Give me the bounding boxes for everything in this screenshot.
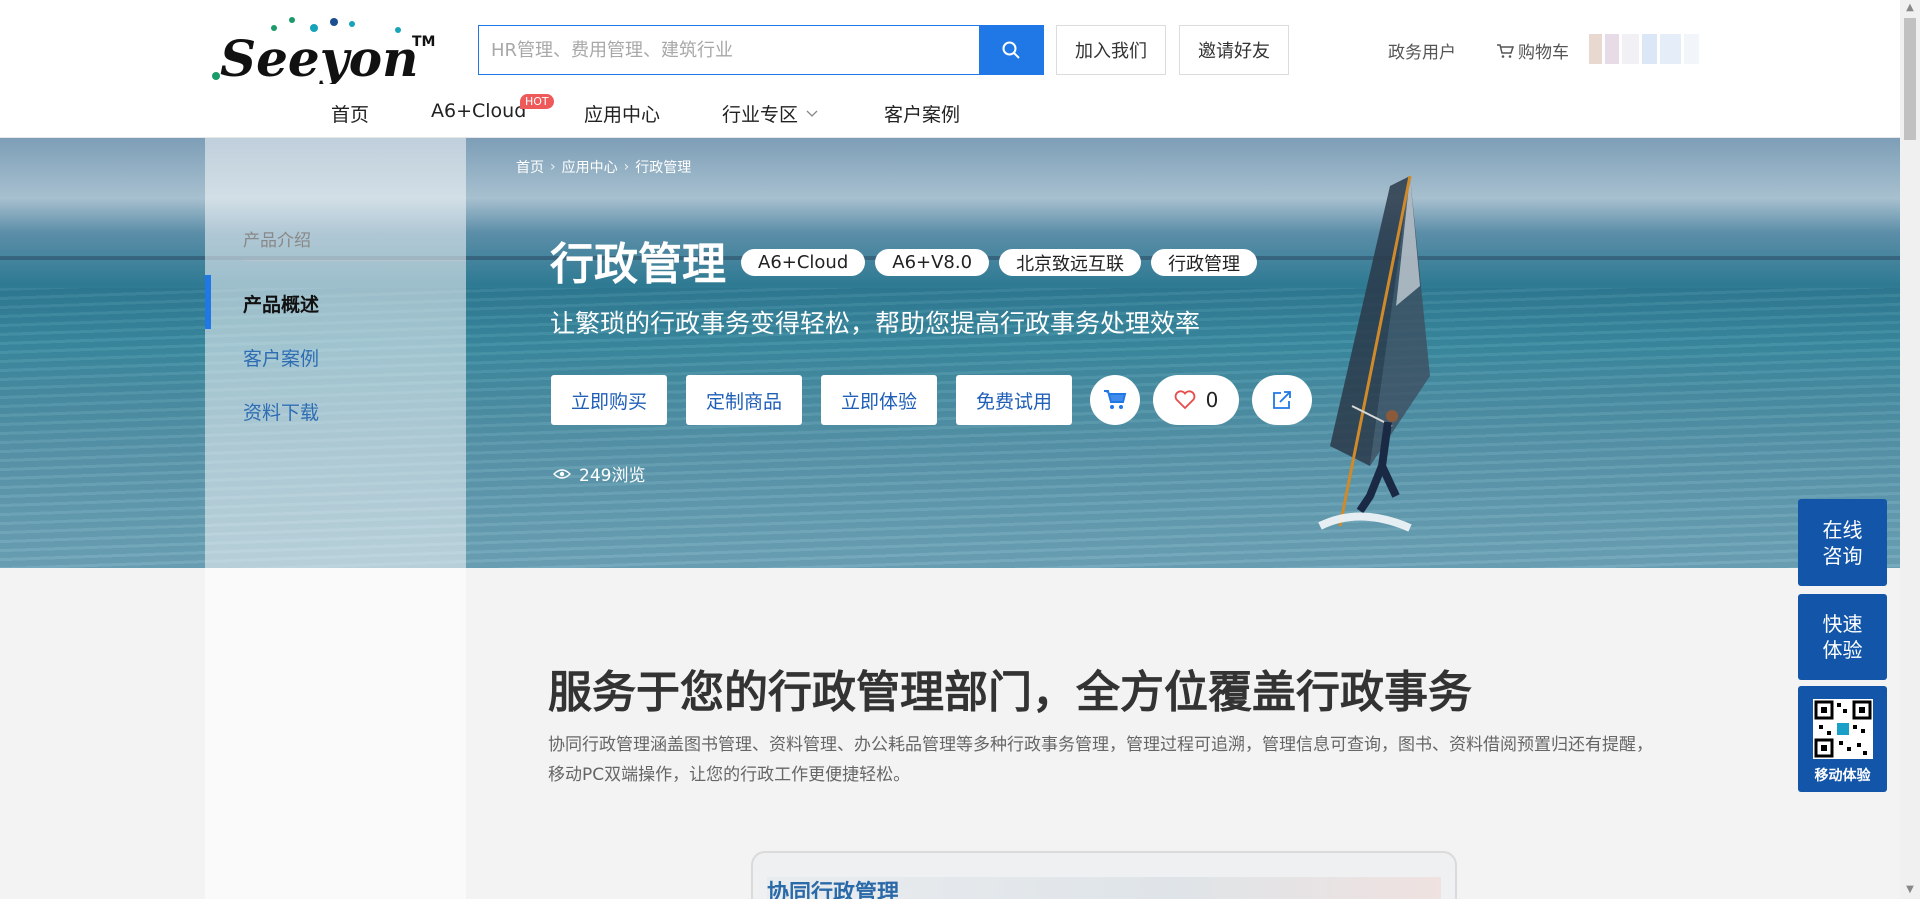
hot-badge: HOT [520, 94, 554, 109]
search-icon [1002, 41, 1020, 59]
nav-home[interactable]: 首页 [331, 100, 369, 127]
nav-customer-cases-label: 客户案例 [884, 104, 961, 126]
preview-label: 协同行政管理 [767, 881, 900, 899]
logo-graphic: Seeyon TM [212, 17, 435, 88]
scroll-down-icon[interactable]: ▼ [1904, 884, 1916, 896]
search-input[interactable] [479, 26, 979, 74]
page-scrollbar[interactable]: ▲ ▼ [1900, 0, 1920, 899]
search-box [478, 25, 1044, 75]
scroll-up-icon[interactable]: ▲ [1904, 2, 1916, 14]
nav-app-center-label: 应用中心 [584, 104, 661, 126]
sidebar-active-indicator [205, 275, 211, 329]
product-tags: A6+Cloud A6+V8.0 北京致远互联 行政管理 [741, 249, 1258, 276]
mobile-trial-label: 移动体验 [1814, 768, 1871, 784]
breadcrumb-current: 行政管理 [635, 160, 692, 176]
product-preview-image: 协同行政管理 [751, 851, 1457, 899]
join-us-button[interactable]: 加入我们 [1056, 25, 1166, 75]
gov-user-label: 政务用户 [1388, 43, 1456, 63]
cart-icon [1497, 43, 1514, 58]
share-button[interactable] [1252, 375, 1312, 425]
breadcrumb-home[interactable]: 首页 [516, 157, 544, 177]
sidebar-item-downloads[interactable]: 资料下载 [243, 398, 319, 425]
customize-button[interactable]: 定制商品 [686, 375, 802, 425]
like-button[interactable]: 0 [1153, 375, 1239, 425]
tag-vendor: 北京致远互联 [999, 249, 1142, 276]
windsurfer-image [1318, 175, 1430, 532]
chevron-down-icon [806, 110, 818, 117]
view-count: 249浏览 [553, 461, 645, 486]
scrollbar-thumb[interactable] [1904, 18, 1916, 140]
quick-trial-button[interactable]: 快速体验 [1798, 594, 1887, 680]
search-button[interactable] [979, 26, 1043, 74]
sidebar-divider [243, 260, 466, 261]
site-header: Seeyon TM 加入我们 邀请好友 政务用户 购物车 首页 A6+Cloud [0, 0, 1900, 138]
tag-a6-v8: A6+V8.0 [875, 249, 990, 276]
view-count-label: 249浏览 [579, 466, 646, 486]
qr-code-icon [1812, 699, 1873, 759]
tag-a6-cloud: A6+Cloud [741, 249, 866, 276]
section-description: 协同行政管理涵盖图书管理、资料管理、办公耗品管理等多种行政事务管理，管理过程可追… [548, 735, 1653, 785]
online-consult-button[interactable]: 在线咨询 [1798, 499, 1887, 586]
sidebar-item-overview[interactable]: 产品概述 [243, 290, 319, 317]
product-title: 行政管理 [550, 239, 726, 290]
sidebar-item-cases[interactable]: 客户案例 [243, 344, 319, 371]
nav-customer-cases[interactable]: 客户案例 [884, 100, 960, 127]
section-title: 服务于您的行政管理部门，全方位覆盖行政事务 [548, 667, 1472, 718]
sidebar-title: 产品介绍 [243, 231, 311, 251]
breadcrumb-separator-icon: › [623, 159, 630, 175]
eye-icon [553, 468, 571, 479]
nav-a6-cloud[interactable]: A6+Cloud [431, 100, 526, 122]
nav-app-center[interactable]: 应用中心 [584, 100, 660, 127]
add-to-cart-button[interactable] [1090, 375, 1140, 425]
nav-industry-label: 行业专区 [722, 104, 799, 126]
sidebar-panel-lower [205, 568, 466, 899]
tag-category: 行政管理 [1151, 249, 1258, 276]
free-trial-button[interactable]: 免费试用 [956, 375, 1072, 425]
svg-text:TM: TM [412, 34, 435, 50]
quick-trial-label: 快速体验 [1822, 612, 1863, 662]
gov-user-link[interactable]: 政务用户 [1388, 38, 1456, 63]
share-icon [1273, 391, 1291, 409]
main-nav: 首页 A6+Cloud HOT 应用中心 行业专区 客户案例 [0, 94, 1900, 138]
user-avatar[interactable] [1589, 34, 1699, 64]
nav-a6-cloud-label: A6+Cloud [431, 100, 527, 122]
cart-label: 购物车 [1518, 43, 1569, 63]
breadcrumb: 首页 › 应用中心 › 行政管理 [516, 157, 691, 177]
try-now-button[interactable]: 立即体验 [821, 375, 937, 425]
product-actions: 立即购买 定制商品 立即体验 免费试用 [551, 375, 1072, 425]
cart-link[interactable]: 购物车 [1496, 38, 1569, 63]
product-subtitle: 让繁琐的行政事务变得轻松，帮助您提高行政事务处理效率 [550, 309, 1201, 338]
online-consult-label: 在线咨询 [1822, 517, 1863, 568]
heart-icon [1174, 390, 1195, 410]
nav-industry[interactable]: 行业专区 [722, 100, 818, 127]
seeyon-logo[interactable]: Seeyon TM [208, 14, 438, 88]
logo-wordmark: Seeyon [220, 29, 419, 84]
breadcrumb-app-center[interactable]: 应用中心 [562, 157, 618, 177]
like-count: 0 [1205, 388, 1219, 412]
cart-icon [1104, 390, 1127, 409]
breadcrumb-separator-icon: › [550, 159, 556, 175]
nav-home-label: 首页 [331, 104, 370, 126]
invite-friends-button[interactable]: 邀请好友 [1179, 25, 1289, 75]
buy-now-button[interactable]: 立即购买 [551, 375, 667, 425]
mobile-trial-widget[interactable]: 移动体验 [1798, 686, 1887, 792]
